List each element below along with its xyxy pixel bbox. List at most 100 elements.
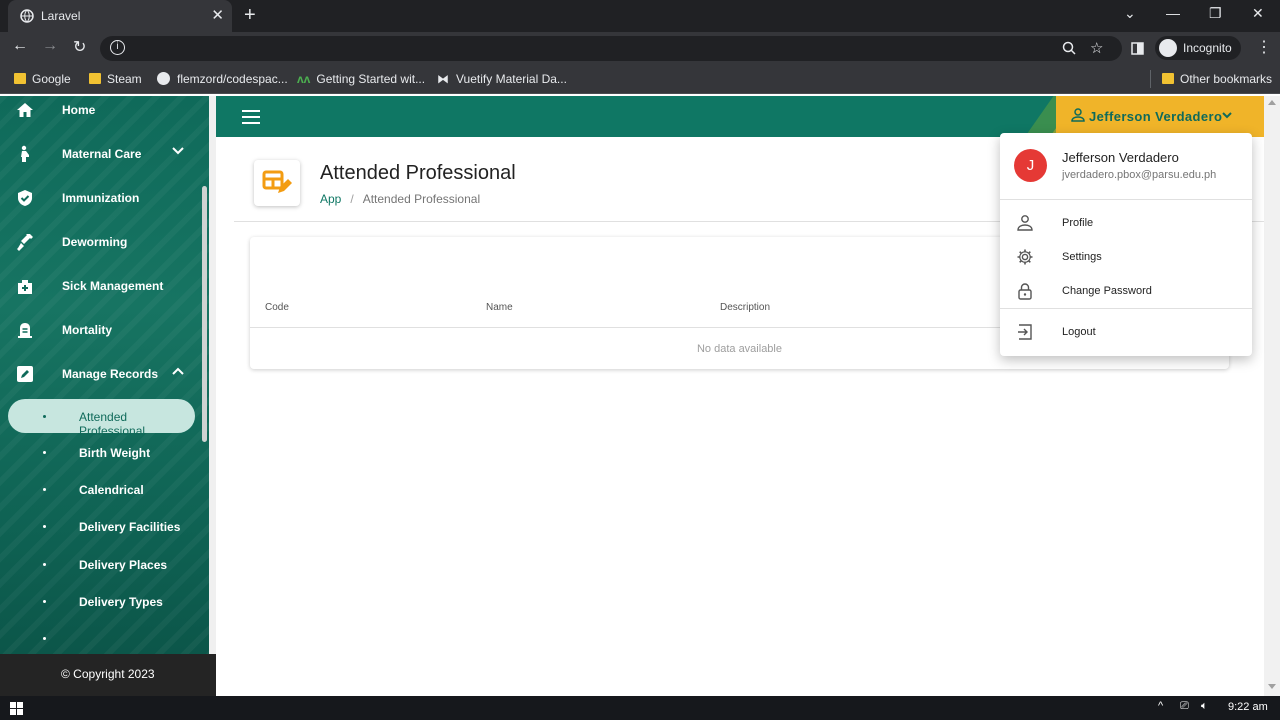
sidebar-item-sick-management[interactable]: Sick Management [0, 268, 210, 308]
volume-icon[interactable]: 🔈︎ [1201, 700, 1208, 713]
gear-icon [1017, 249, 1033, 265]
bullet [43, 525, 46, 528]
shield-check-icon [18, 190, 32, 206]
sidebar-subitem-delivery-facilities[interactable]: Delivery Facilities [8, 509, 195, 543]
sidebar-scrollbar-thumb[interactable] [202, 186, 207, 442]
menu-user-name: Jefferson Verdadero [1062, 150, 1179, 165]
bullet [43, 415, 46, 418]
sidebar-item-maternal-care[interactable]: Maternal Care [0, 136, 210, 176]
zoom-icon[interactable] [1062, 41, 1077, 56]
page-title: Attended Professional [320, 162, 516, 184]
column-header-description[interactable]: Description [720, 302, 770, 313]
menu-divider [1000, 308, 1252, 309]
breadcrumb-separator: / [350, 192, 354, 206]
back-icon[interactable]: ← [12, 37, 28, 55]
sidebar-subitem-delivery-types[interactable]: Delivery Types [8, 584, 195, 618]
pregnant-icon [21, 145, 29, 162]
avatar: J [1014, 149, 1047, 182]
sidebar-item-label: Mortality [62, 323, 113, 337]
breadcrumb: App / Attended Professional [320, 192, 480, 206]
windows-start-icon[interactable] [10, 702, 23, 715]
copyright-text: © Copyright 2023 [61, 667, 155, 681]
menu-toggle-icon[interactable] [242, 110, 260, 124]
sidebar-subitem-calendrical[interactable]: Calendrical [8, 472, 195, 506]
forward-icon[interactable]: → [42, 37, 58, 55]
sidebar-subitem-label: Delivery Types [79, 595, 163, 609]
bullet [43, 600, 46, 603]
network-icon[interactable]: ⎚ [1180, 700, 1189, 713]
sidebar-item-mortality[interactable]: Mortality [0, 312, 210, 352]
reload-icon[interactable]: ↻ [73, 37, 86, 57]
menu-item-settings[interactable]: Settings [1000, 241, 1252, 273]
sidebar: Home Maternal Care Immunization Dewormin… [0, 96, 216, 696]
incognito-label: Incognito [1183, 41, 1232, 55]
menu-item-label: Logout [1062, 326, 1096, 338]
sidebar-subitem-label: Delivery Places [79, 558, 168, 572]
menu-user-email: jverdadero.pbox@parsu.edu.ph [1062, 169, 1217, 181]
bullet [43, 637, 46, 640]
sidebar-scroll-track[interactable] [209, 96, 216, 656]
bookmark-github[interactable]: flemzord/codespac... [157, 72, 288, 86]
medical-bag-icon [18, 280, 32, 294]
sidebar-subitem-label: Calendrical [79, 483, 144, 497]
sidebar-subitem-birth-weight[interactable]: Birth Weight [8, 435, 195, 469]
sidebar-item-label: Home [62, 103, 96, 117]
chevron-up-icon [172, 367, 184, 375]
incognito-badge[interactable]: Incognito [1155, 36, 1241, 60]
breadcrumb-app-link[interactable]: App [320, 192, 341, 206]
folder-icon [14, 73, 26, 84]
sidebar-subitem-attended-professional[interactable]: Attended Professional [8, 399, 195, 438]
clock[interactable]: 9:22 am [1228, 701, 1268, 713]
sidebar-subitem-delivery-places[interactable]: Delivery Places [8, 547, 195, 581]
scroll-up-icon[interactable] [1268, 100, 1276, 105]
sidebar-item-deworming[interactable]: Deworming [0, 224, 210, 264]
minimize-icon[interactable]: — [1166, 5, 1180, 21]
user-menu-button[interactable]: Jefferson Verdadero [1055, 101, 1251, 131]
bookmark-steam[interactable]: Steam [89, 72, 142, 86]
column-header-name[interactable]: Name [486, 302, 513, 313]
bookmark-star-icon[interactable]: ☆ [1090, 39, 1103, 57]
chevron-down-icon [172, 147, 184, 155]
vuetify-m-icon: ʌʌ [297, 72, 311, 86]
chevron-down-icon [1222, 112, 1232, 119]
menu-item-logout[interactable]: Logout [1000, 316, 1252, 348]
browser-menu-icon[interactable]: ⋮ [1256, 37, 1272, 57]
close-tab-icon[interactable]: ✕ [211, 6, 224, 24]
account-icon [1017, 215, 1033, 231]
other-bookmarks[interactable]: Other bookmarks [1162, 72, 1272, 86]
new-tab-button[interactable]: + [244, 4, 256, 27]
menu-item-profile[interactable]: Profile [1000, 207, 1252, 239]
sidebar-item-immunization[interactable]: Immunization [0, 180, 210, 220]
menu-item-label: Settings [1062, 251, 1102, 263]
home-icon [17, 103, 33, 117]
sidebar-item-label: Sick Management [62, 279, 164, 293]
menu-item-change-password[interactable]: Change Password [1000, 275, 1252, 307]
bookmark-vuetify-material[interactable]: ⧓ Vuetify Material Da... [437, 72, 567, 86]
chevron-down-icon[interactable]: ⌄ [1124, 5, 1136, 22]
site-info-icon[interactable]: i [110, 40, 125, 55]
sidebar-item-label: Immunization [62, 191, 140, 205]
folder-icon [1162, 73, 1174, 84]
address-bar[interactable]: i ☆ [100, 36, 1122, 61]
window-close-icon[interactable]: ✕ [1252, 5, 1264, 22]
scroll-down-icon[interactable] [1268, 684, 1276, 689]
side-panel-icon[interactable] [1131, 42, 1144, 55]
tray-chevron-up-icon[interactable]: ^ [1158, 700, 1163, 712]
bookmark-google[interactable]: Google [14, 72, 71, 86]
sidebar-subitem-partial[interactable] [8, 621, 195, 655]
restore-icon[interactable]: ❐ [1209, 5, 1222, 22]
bookmark-vuetify-docs[interactable]: ʌʌ Getting Started wit... [297, 72, 425, 86]
bullet [43, 488, 46, 491]
syringe-icon [17, 234, 33, 251]
sidebar-item-manage-records[interactable]: Manage Records [0, 356, 210, 396]
column-header-code[interactable]: Code [265, 302, 289, 313]
sidebar-item-home[interactable]: Home [0, 96, 210, 132]
sidebar-item-label: Maternal Care [62, 147, 142, 161]
sidebar-subitem-label: Attended Professional [79, 410, 146, 438]
account-icon [1071, 108, 1085, 122]
menu-item-label: Profile [1062, 217, 1094, 229]
bookmarks-divider [1150, 70, 1151, 88]
browser-tab[interactable]: Laravel ✕ [8, 0, 232, 32]
browser-tab-strip: Laravel ✕ + ⌄ — ❐ ✕ [0, 0, 1280, 32]
page-scrollbar[interactable] [1264, 96, 1280, 696]
